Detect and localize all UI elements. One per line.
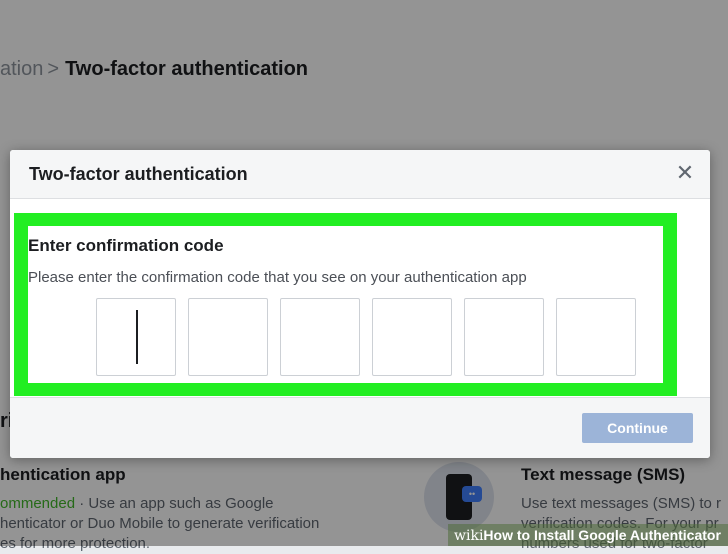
code-digit-2[interactable]	[188, 298, 268, 376]
close-icon[interactable]: ✕	[674, 162, 696, 184]
dialog-header: Two-factor authentication ✕	[10, 150, 710, 199]
code-digit-6[interactable]	[556, 298, 636, 376]
continue-button[interactable]: Continue	[582, 413, 693, 443]
highlight-frame: Enter confirmation code Please enter the…	[14, 213, 677, 396]
code-digit-3[interactable]	[280, 298, 360, 376]
confirmation-code-section: Enter confirmation code Please enter the…	[28, 226, 663, 383]
wikihow-watermark: wikiHow to Install Google Authenticator	[448, 524, 728, 546]
watermark-text: How to Install Google Authenticator	[483, 527, 721, 543]
text-cursor	[136, 310, 138, 364]
code-input-row	[96, 298, 636, 378]
watermark-wiki: wiki	[454, 528, 484, 544]
code-digit-5[interactable]	[464, 298, 544, 376]
confirmation-heading: Enter confirmation code	[28, 236, 224, 255]
dialog-title: Two-factor authentication	[29, 164, 248, 184]
dialog-footer: Continue	[10, 397, 710, 458]
code-digit-4[interactable]	[372, 298, 452, 376]
confirmation-description: Please enter the confirmation code that …	[28, 269, 527, 286]
